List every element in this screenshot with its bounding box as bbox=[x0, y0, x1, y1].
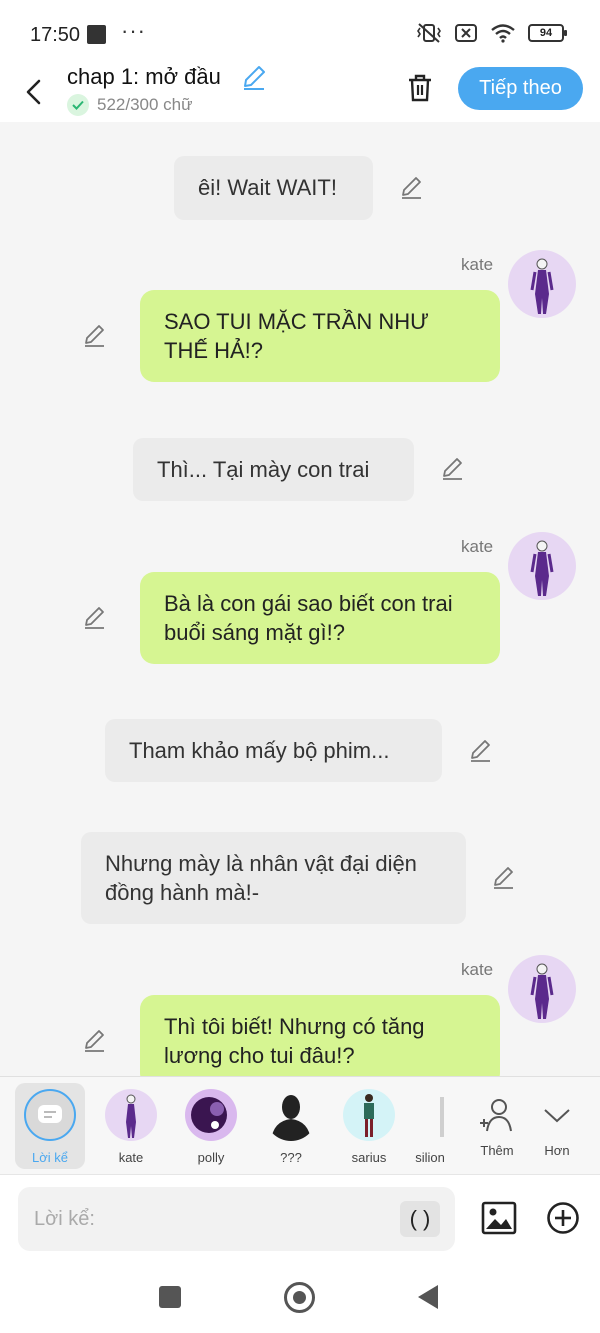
wifi-icon bbox=[491, 24, 515, 43]
add-user-icon bbox=[480, 1099, 512, 1132]
message-text: Thì tôi biết! Nhưng có tăng lương cho tu… bbox=[164, 1014, 425, 1068]
home-button[interactable] bbox=[284, 1282, 315, 1313]
character-label: polly bbox=[197, 1150, 225, 1165]
polly-avatar bbox=[185, 1089, 237, 1141]
edit-message-button[interactable] bbox=[398, 174, 426, 202]
battery-indicator: 94 bbox=[528, 24, 567, 42]
kate-avatar[interactable] bbox=[508, 532, 576, 600]
insert-image-button[interactable] bbox=[481, 1200, 517, 1236]
system-nav-bar bbox=[0, 1260, 600, 1333]
chapter-title: chap 1: mở đầu bbox=[67, 64, 221, 89]
chat-area[interactable]: êi! Wait WAIT! kate SAO TUI MẶC TRẦN NHƯ… bbox=[0, 122, 600, 1076]
sarius-avatar bbox=[343, 1089, 395, 1141]
add-button[interactable] bbox=[546, 1201, 580, 1235]
status-bar: 17:50 ··· 94 bbox=[0, 0, 600, 64]
character-label: kate bbox=[118, 1150, 144, 1165]
message-text: êi! Wait WAIT! bbox=[198, 175, 337, 200]
status-time: 17:50 bbox=[30, 24, 81, 46]
character-kate[interactable]: kate bbox=[96, 1083, 166, 1169]
input-bar: ( ) bbox=[0, 1174, 600, 1260]
edit-message-button[interactable] bbox=[81, 322, 109, 350]
narration-bubble[interactable]: Tham khảo mấy bộ phim... bbox=[105, 719, 442, 782]
kate-avatar[interactable] bbox=[508, 250, 576, 318]
message-text: Nhưng mày là nhân vật đại diện đồng hành… bbox=[105, 851, 417, 905]
message-input[interactable] bbox=[18, 1187, 455, 1251]
character-selector: Lời kể kate polly ??? sarius silion Thêm… bbox=[0, 1076, 600, 1174]
pencil-icon bbox=[494, 867, 513, 889]
recent-apps-button[interactable] bbox=[159, 1286, 181, 1308]
silhouette-icon bbox=[271, 1095, 311, 1141]
narration-bubble[interactable]: Nhưng mày là nhân vật đại diện đồng hành… bbox=[81, 832, 466, 924]
kate-figure-icon bbox=[530, 963, 554, 1019]
more-characters-button[interactable]: Hơn bbox=[522, 1083, 592, 1169]
edit-message-button[interactable] bbox=[439, 455, 467, 483]
message-text: Tham khảo mấy bộ phim... bbox=[129, 737, 390, 763]
narrator-avatar bbox=[24, 1089, 76, 1141]
character-sarius[interactable]: sarius bbox=[334, 1083, 404, 1169]
pencil-icon bbox=[85, 1030, 104, 1052]
add-character-label: Thêm bbox=[480, 1143, 514, 1158]
kate-avatar bbox=[105, 1089, 157, 1141]
pencil-icon bbox=[244, 66, 265, 90]
message-text: Thì... Tại mày con trai bbox=[157, 456, 370, 482]
more-notifications-icon: ··· bbox=[121, 18, 146, 43]
character-bubble[interactable]: Thì tôi biết! Nhưng có tăng lương cho tu… bbox=[140, 995, 500, 1076]
more-label: Hơn bbox=[544, 1143, 570, 1158]
trash-icon bbox=[409, 74, 431, 102]
check-icon bbox=[67, 94, 89, 116]
character-bubble[interactable]: Bà là con gái sao biết con trai buổi sán… bbox=[140, 572, 500, 664]
back-button[interactable] bbox=[16, 70, 52, 114]
character-silion[interactable]: silion bbox=[405, 1083, 455, 1169]
unknown-avatar bbox=[265, 1089, 317, 1141]
chevron-down-icon bbox=[544, 1109, 570, 1123]
character-label: ??? bbox=[280, 1150, 302, 1165]
image-icon bbox=[481, 1201, 517, 1235]
chat-bubble-icon bbox=[38, 1105, 62, 1123]
edit-message-button[interactable] bbox=[490, 864, 518, 892]
narration-bubble[interactable]: êi! Wait WAIT! bbox=[174, 156, 373, 220]
delete-button[interactable] bbox=[402, 70, 438, 106]
speaker-name: kate bbox=[461, 255, 494, 274]
sarius-figure-icon bbox=[364, 1094, 374, 1137]
pencil-icon bbox=[443, 458, 462, 480]
kate-figure-icon bbox=[530, 540, 554, 596]
sim-blocked-icon bbox=[455, 24, 477, 42]
speaker-name: kate bbox=[461, 960, 494, 979]
message-text: SAO TUI MẶC TRẦN NHƯ THẾ HẢ!? bbox=[164, 309, 429, 363]
narration-bubble[interactable]: Thì... Tại mày con trai bbox=[133, 438, 414, 501]
pencil-icon bbox=[402, 177, 421, 199]
speaker-name: kate bbox=[461, 537, 494, 556]
edit-message-button[interactable] bbox=[81, 1027, 109, 1055]
kate-figure-icon bbox=[530, 258, 554, 314]
edit-message-button[interactable] bbox=[467, 737, 495, 765]
edit-message-button[interactable] bbox=[81, 604, 109, 632]
silion-avatar bbox=[405, 1089, 455, 1141]
kate-figure-icon bbox=[126, 1094, 136, 1138]
character-narrator[interactable]: Lời kể bbox=[15, 1083, 85, 1169]
pencil-icon bbox=[471, 740, 490, 762]
pencil-icon bbox=[85, 325, 104, 347]
edit-title-button[interactable] bbox=[240, 64, 268, 92]
app-notification-icon bbox=[87, 25, 106, 44]
word-count: 522/300 chữ bbox=[67, 94, 193, 116]
pencil-icon bbox=[85, 607, 104, 629]
word-count-text: 522/300 chữ bbox=[97, 95, 193, 114]
polly-figure-icon bbox=[191, 1097, 227, 1133]
message-text: Bà là con gái sao biết con trai buổi sán… bbox=[164, 591, 453, 645]
editor-header: chap 1: mở đầu 522/300 chữ Tiếp theo bbox=[0, 64, 600, 122]
character-unknown[interactable]: ??? bbox=[256, 1083, 326, 1169]
character-label: Lời kể bbox=[32, 1150, 68, 1165]
character-polly[interactable]: polly bbox=[176, 1083, 246, 1169]
silion-figure-icon bbox=[440, 1097, 444, 1137]
character-bubble[interactable]: SAO TUI MẶC TRẦN NHƯ THẾ HẢ!? bbox=[140, 290, 500, 382]
system-back-button[interactable] bbox=[418, 1285, 438, 1309]
parentheses-button[interactable]: ( ) bbox=[400, 1201, 440, 1237]
next-button[interactable]: Tiếp theo bbox=[458, 67, 583, 110]
character-label: silion bbox=[415, 1150, 445, 1165]
vibrate-off-icon bbox=[417, 23, 441, 43]
kate-avatar[interactable] bbox=[508, 955, 576, 1023]
plus-circle-icon bbox=[547, 1202, 579, 1234]
character-label: sarius bbox=[351, 1150, 387, 1165]
chevron-left-icon bbox=[26, 79, 41, 105]
